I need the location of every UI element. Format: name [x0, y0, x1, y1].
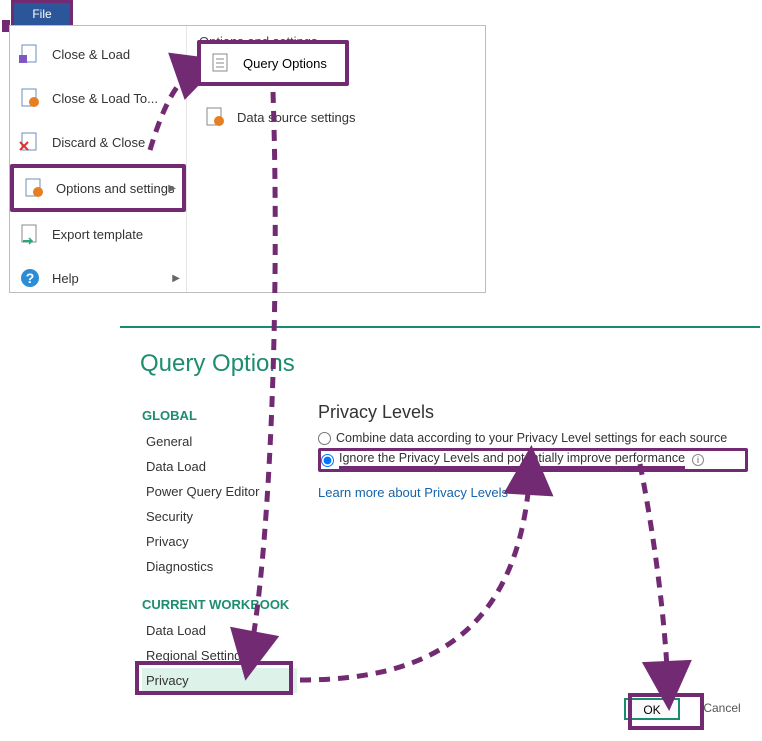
- sidebar-item-wb-data-load[interactable]: Data Load: [142, 618, 297, 643]
- data-source-settings-item[interactable]: Data source settings: [195, 95, 477, 139]
- help-item[interactable]: ? Help ▶: [10, 256, 186, 300]
- dialog-sidebar: GLOBAL General Data Load Power Query Edi…: [142, 400, 297, 693]
- privacy-levels-header: Privacy Levels: [318, 402, 748, 423]
- global-header: GLOBAL: [142, 408, 297, 423]
- options-settings-icon: [20, 177, 48, 199]
- sidebar-item-data-load[interactable]: Data Load: [142, 454, 297, 479]
- sidebar-item-diagnostics[interactable]: Diagnostics: [142, 554, 297, 579]
- radio-input[interactable]: [321, 454, 334, 467]
- export-template-icon: [16, 223, 44, 245]
- menu-label: Discard & Close: [52, 135, 145, 150]
- radio-label: Combine data according to your Privacy L…: [336, 431, 727, 445]
- file-tab[interactable]: File: [11, 0, 73, 28]
- privacy-radio-ignore[interactable]: Ignore the Privacy Levels and potentiall…: [318, 448, 748, 472]
- submenu-label: Query Options: [243, 56, 327, 71]
- info-icon[interactable]: i: [692, 454, 704, 466]
- chevron-right-icon: ▶: [172, 273, 180, 284]
- discard-close-icon: [16, 131, 44, 153]
- close-load-item[interactable]: Close & Load: [10, 32, 186, 76]
- learn-more-link[interactable]: Learn more about Privacy Levels: [318, 485, 508, 500]
- discard-close-item[interactable]: Discard & Close: [10, 120, 186, 164]
- query-options-icon: [207, 52, 235, 74]
- menu-label: Close & Load: [52, 47, 130, 62]
- menu-label: Options and settings: [56, 181, 175, 196]
- dialog-main: Privacy Levels Combine data according to…: [318, 402, 748, 500]
- sidebar-item-general[interactable]: General: [142, 429, 297, 454]
- dialog-title: Query Options: [140, 350, 295, 378]
- options-settings-item[interactable]: Options and settings ▶: [10, 164, 186, 212]
- submenu-label: Data source settings: [237, 110, 356, 125]
- highlight-privacy: [135, 661, 293, 695]
- privacy-radio-combine[interactable]: Combine data according to your Privacy L…: [318, 431, 748, 445]
- menu-label: Close & Load To...: [52, 91, 158, 106]
- file-menu-list: Close & Load Close & Load To... Discard …: [10, 26, 187, 292]
- workbook-header: CURRENT WORKBOOK: [142, 597, 297, 612]
- help-icon: ?: [16, 267, 44, 289]
- close-load-to-item[interactable]: Close & Load To...: [10, 76, 186, 120]
- svg-text:?: ?: [26, 270, 35, 286]
- highlight-ok: [628, 693, 704, 730]
- export-template-item[interactable]: Export template: [10, 212, 186, 256]
- menu-label: Help: [52, 271, 79, 286]
- close-load-to-icon: [16, 87, 44, 109]
- query-options-item[interactable]: Query Options: [197, 40, 349, 86]
- sidebar-item-privacy[interactable]: Privacy: [142, 529, 297, 554]
- close-load-icon: [16, 43, 44, 65]
- menu-label: Export template: [52, 227, 143, 242]
- sidebar-item-security[interactable]: Security: [142, 504, 297, 529]
- data-source-icon: [201, 106, 229, 128]
- radio-input[interactable]: [318, 432, 331, 445]
- chevron-right-icon: ▶: [168, 183, 176, 194]
- radio-label: Ignore the Privacy Levels and potentiall…: [339, 451, 685, 469]
- sidebar-item-power-query-editor[interactable]: Power Query Editor: [142, 479, 297, 504]
